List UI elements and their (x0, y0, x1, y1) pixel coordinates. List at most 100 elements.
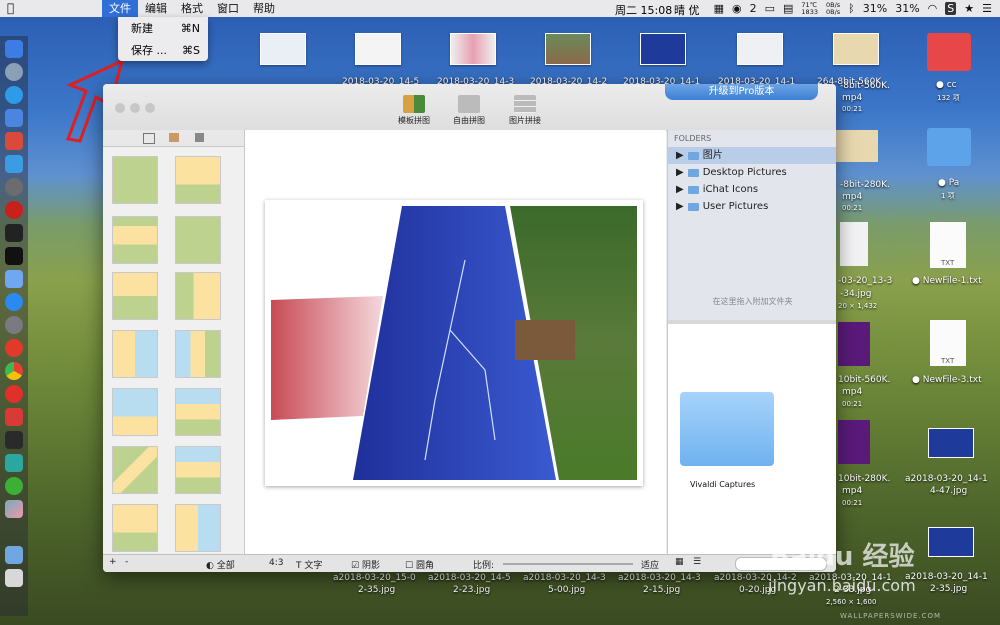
wifi-icon[interactable]: ◠ (928, 2, 938, 15)
wheel-icon[interactable] (5, 178, 23, 196)
console-icon[interactable] (5, 431, 23, 449)
template-thumb-1[interactable] (112, 156, 158, 204)
filter-all[interactable]: ◐ 全部 (206, 558, 235, 571)
free-collage-button[interactable]: 自由拼图 (444, 95, 494, 126)
template-thumb-13[interactable] (112, 504, 158, 552)
folder-blue-icon[interactable] (927, 128, 971, 166)
icon-view-button[interactable]: ▦ (675, 557, 684, 567)
yandex-icon[interactable] (5, 339, 23, 357)
desktop-image-icon-1[interactable] (928, 428, 974, 458)
template-thumb-6[interactable] (175, 272, 221, 320)
temp-readout[interactable]: 71℃ 1833 (801, 1, 818, 16)
template-thumb-8[interactable] (175, 330, 221, 378)
desktop-thumb-4[interactable] (545, 33, 591, 65)
template-collage-button[interactable]: 模板拼图 (389, 95, 439, 126)
menu-item-save[interactable]: 保存 ... ⌘S (118, 41, 208, 61)
image-stitch-button[interactable]: 图片拼接 (500, 95, 550, 126)
template-thumb-12[interactable] (175, 446, 221, 494)
template-thumb-5[interactable] (112, 272, 158, 320)
pink-photo-segment[interactable] (271, 296, 383, 420)
template-thumb-2[interactable] (175, 156, 221, 204)
large-folder-icon[interactable] (680, 392, 774, 466)
display-icon[interactable]: ▭ (765, 2, 775, 15)
star-icon[interactable]: ★ (964, 2, 974, 15)
folder-item-ichat-icons[interactable]: ▶ iChat Icons (668, 181, 836, 198)
app-store-icon[interactable] (5, 293, 23, 311)
finder-icon[interactable] (5, 40, 23, 58)
vivaldi-icon[interactable] (5, 408, 23, 426)
template-thumb-11[interactable] (112, 446, 158, 494)
video-thumb-1[interactable] (836, 130, 878, 162)
template-thumb-9[interactable] (112, 388, 158, 436)
datetime[interactable]: 周二 15:08 (615, 2, 672, 18)
chrome-icon[interactable] (5, 362, 23, 380)
app-name[interactable]: . (28, 0, 102, 17)
remove-button[interactable]: - (125, 557, 128, 567)
apple-icon[interactable]:  (0, 0, 28, 17)
siri-icon[interactable] (5, 270, 23, 288)
template-thumb-4[interactable] (175, 216, 221, 264)
battery-2[interactable]: 31% (895, 2, 919, 15)
menu-format[interactable]: 格式 (174, 0, 210, 17)
fit-button[interactable]: 适应 (641, 558, 659, 571)
s-icon[interactable]: S (945, 2, 957, 15)
menu-item-new[interactable]: 新建 ⌘N (118, 19, 208, 39)
template-thumb-14[interactable] (175, 504, 221, 552)
desktop-thumb-5[interactable] (640, 33, 686, 65)
menu-window[interactable]: 窗口 (210, 0, 246, 17)
collage-image[interactable] (265, 200, 643, 486)
tab-layout-icon[interactable] (143, 133, 155, 144)
photo-app-icon[interactable] (5, 500, 23, 518)
net-readout[interactable]: 0B/s 0B/s (826, 1, 840, 16)
folder-red-icon[interactable] (927, 33, 971, 71)
video-thumb-2[interactable] (838, 322, 870, 366)
system-preferences-icon[interactable] (5, 316, 23, 334)
menu-icon[interactable]: ▤ (783, 2, 793, 15)
video-thumb-3[interactable] (838, 420, 870, 464)
desktop-thumb-2[interactable] (355, 33, 401, 65)
activity-monitor-icon[interactable] (5, 224, 23, 242)
desktop-image-icon-2[interactable] (928, 527, 974, 557)
add-button[interactable]: + (109, 557, 117, 567)
shadow-checkbox[interactable]: ☑ 阴影 (351, 558, 380, 571)
sync-icon[interactable] (5, 454, 23, 472)
grid-icon[interactable]: ▦ (714, 2, 724, 15)
menu-file[interactable]: 文件 (102, 0, 138, 17)
menu-edit[interactable]: 编辑 (138, 0, 174, 17)
desktop-thumb-6[interactable] (737, 33, 783, 65)
template-thumb-3[interactable] (112, 216, 158, 264)
list-icon[interactable]: ☰ (982, 2, 992, 15)
minimize-button[interactable] (130, 103, 140, 113)
downloads-icon[interactable] (5, 546, 23, 564)
app-seal-icon[interactable] (5, 201, 23, 219)
close-button[interactable] (115, 103, 125, 113)
text-tool[interactable]: T 文字 (296, 558, 322, 571)
template-thumb-7[interactable] (112, 330, 158, 378)
upgrade-pro-button[interactable]: 升级到Pro版本 (665, 84, 818, 100)
disclosure-icon[interactable]: ▶ (676, 147, 684, 164)
ratio-selector[interactable]: 4:3 (269, 558, 283, 568)
tab-image-icon[interactable] (169, 133, 179, 142)
menu-help[interactable]: 帮助 (246, 0, 282, 17)
terminal-icon[interactable] (5, 247, 23, 265)
disclosure-icon[interactable]: ▶ (676, 181, 684, 198)
screenshot-thumb[interactable] (840, 222, 868, 266)
tab-bg-icon[interactable] (195, 133, 204, 142)
disclosure-icon[interactable]: ▶ (676, 198, 684, 215)
preview-icon[interactable] (5, 109, 23, 127)
folder-item-user-pictures[interactable]: ▶ User Pictures (668, 198, 836, 215)
folder-item-desktop-pictures[interactable]: ▶ Desktop Pictures (668, 164, 836, 181)
trash-icon[interactable] (5, 569, 23, 587)
desktop-thumb-3[interactable] (450, 33, 496, 65)
desktop-thumb-7[interactable] (833, 33, 879, 65)
canvas-area[interactable] (245, 130, 666, 554)
round-corner-checkbox[interactable]: ☐ 圆角 (405, 558, 434, 571)
launchpad-icon[interactable] (5, 63, 23, 81)
collage-canvas[interactable] (265, 200, 643, 486)
safari-icon[interactable] (5, 86, 23, 104)
battery-1[interactable]: 31% (863, 2, 887, 15)
migration-icon[interactable] (5, 155, 23, 173)
wechat-icon[interactable]: ◉ (732, 2, 742, 15)
folder-item-pictures[interactable]: ▶ 图片 (668, 147, 836, 164)
desktop-thumb-1[interactable] (260, 33, 306, 65)
